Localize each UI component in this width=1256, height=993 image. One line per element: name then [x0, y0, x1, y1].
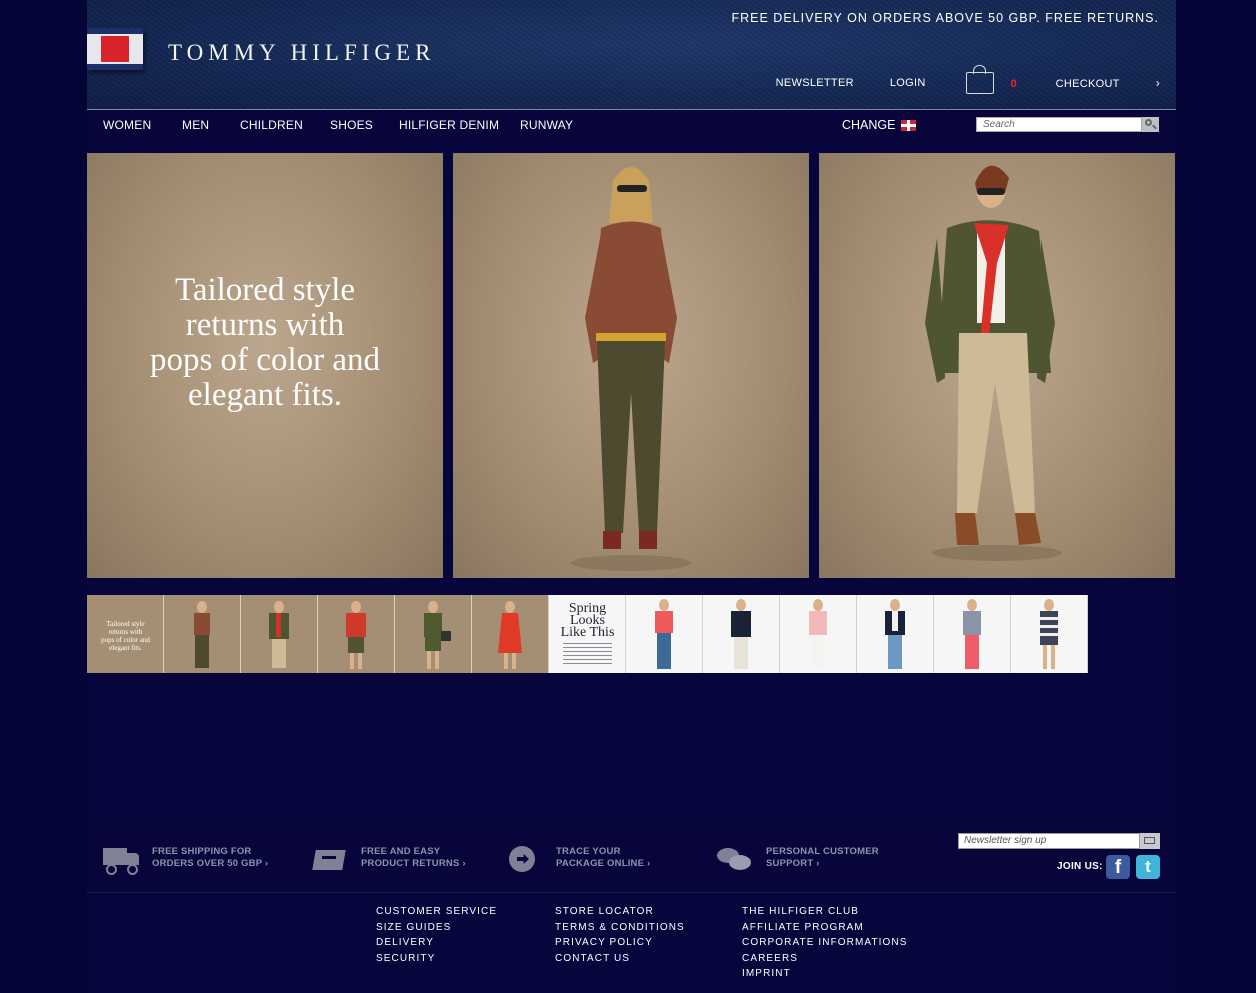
spring-looks-title: Spring Looks Like This — [560, 601, 615, 640]
brand-flag-icon[interactable] — [87, 28, 143, 70]
footer-link-hilfiger-club[interactable]: THE HILFIGER CLUB — [742, 904, 908, 920]
thumbnail-item[interactable] — [395, 595, 472, 673]
footer-link-delivery[interactable]: DELIVERY — [376, 935, 497, 951]
thumbnail-item[interactable] — [780, 595, 857, 673]
uk-flag-icon — [901, 119, 917, 131]
chevron-right-icon: › — [1155, 76, 1160, 90]
cart-count: 0 — [1010, 78, 1017, 90]
newsletter-link[interactable]: NEWSLETTER — [776, 77, 854, 89]
footer-links-col-3: THE HILFIGER CLUB AFFILIATE PROGRAM CORP… — [742, 904, 908, 982]
footer-link-store-locator[interactable]: STORE LOCATOR — [555, 904, 685, 920]
thumbnail-item[interactable] — [703, 595, 780, 673]
checkout-link[interactable]: CHECKOUT › — [1020, 76, 1160, 90]
thumbnail-item[interactable] — [318, 595, 395, 673]
change-label: CHANGE — [842, 118, 896, 132]
change-country-button[interactable]: CHANGE — [842, 118, 917, 132]
brand-logo[interactable]: TOMMY HILFIGER — [168, 40, 435, 66]
thumbnail-item[interactable] — [626, 595, 703, 673]
nav-shoes[interactable]: SHOES — [330, 118, 373, 132]
feature-customer-support[interactable]: PERSONAL CUSTOMER SUPPORT › — [717, 846, 879, 872]
join-us-label: JOIN US: — [1057, 861, 1103, 872]
feature-line: PERSONAL CUSTOMER — [766, 846, 879, 857]
thumbnail-item[interactable] — [857, 595, 934, 673]
shopping-bag-icon[interactable]: 0 — [965, 65, 1017, 94]
footer-link-contact[interactable]: CONTACT US — [555, 951, 685, 967]
nav-women[interactable]: WOMEN — [103, 118, 151, 132]
footer-link-size-guides[interactable]: SIZE GUIDES — [376, 920, 497, 936]
tagline-line: elegant fits. — [188, 377, 342, 413]
model-image-1 — [571, 167, 691, 571]
truck-icon — [103, 846, 141, 875]
footer-link-security[interactable]: SECURITY — [376, 951, 497, 967]
footer-link-customer-service[interactable]: CUSTOMER SERVICE — [376, 904, 497, 920]
feature-line: SUPPORT › — [766, 858, 820, 869]
feature-line: FREE SHIPPING FOR — [152, 846, 252, 857]
model-image-2 — [925, 165, 1062, 561]
hero-panel-text[interactable]: Tailored style returns with pops of colo… — [87, 153, 443, 578]
promo-banner: FREE DELIVERY ON ORDERS ABOVE 50 GBP. FR… — [731, 11, 1159, 25]
nav-hilfiger-denim[interactable]: HILFIGER DENIM — [399, 118, 499, 132]
account-links: NEWSLETTER LOGIN 0 CHECKOUT › — [740, 65, 1160, 94]
twitter-icon[interactable]: t — [1136, 855, 1160, 879]
checkout-label: CHECKOUT — [1055, 78, 1120, 90]
feature-line: TRACE YOUR — [556, 846, 621, 857]
search-input[interactable]: Search — [976, 117, 1142, 132]
thumbnail-item[interactable] — [472, 595, 549, 673]
hero-tagline: Tailored style returns with pops of colo… — [87, 273, 443, 413]
trace-arrow-icon — [507, 846, 545, 872]
footer-link-careers[interactable]: CAREERS — [742, 951, 908, 967]
hero-panel-model-2[interactable] — [819, 153, 1175, 578]
footer-link-affiliate[interactable]: AFFILIATE PROGRAM — [742, 920, 908, 936]
return-box-icon — [312, 846, 350, 872]
tagline-line: pops of color and — [149, 342, 381, 378]
feature-line: FREE AND EASY — [361, 846, 441, 857]
thumbnail-fine-print — [563, 643, 612, 667]
feature-free-shipping[interactable]: FREE SHIPPING FOR ORDERS OVER 50 GBP › — [103, 846, 269, 875]
footer-link-imprint[interactable]: IMPRINT — [742, 966, 908, 982]
hero-panel-model-1[interactable] — [453, 153, 809, 578]
feature-line: PRODUCT RETURNS › — [361, 858, 466, 869]
thumbnail-caption: Tailored style returns with pops of colo… — [101, 620, 150, 652]
site-header: TOMMY HILFIGER FREE DELIVERY ON ORDERS A… — [87, 0, 1176, 109]
footer-link-terms[interactable]: TERMS & CONDITIONS — [555, 920, 685, 936]
search-icon[interactable] — [1142, 117, 1159, 132]
right-gutter — [1176, 0, 1256, 993]
thumbnail-item[interactable] — [241, 595, 318, 673]
chat-bubble-icon — [717, 846, 755, 872]
nav-men[interactable]: MEN — [182, 118, 209, 132]
tagline-line: returns with — [185, 307, 345, 343]
feature-line: PACKAGE ONLINE › — [556, 858, 651, 869]
thumbnail-item[interactable]: Spring Looks Like This — [549, 595, 626, 673]
page-container: TOMMY HILFIGER FREE DELIVERY ON ORDERS A… — [87, 0, 1176, 993]
nav-runway[interactable]: RUNWAY — [520, 118, 573, 132]
login-link[interactable]: LOGIN — [890, 77, 926, 89]
footer-link-privacy[interactable]: PRIVACY POLICY — [555, 935, 685, 951]
feature-line: ORDERS OVER 50 GBP › — [152, 858, 269, 869]
thumbnail-item[interactable] — [164, 595, 241, 673]
footer-links-col-2: STORE LOCATOR TERMS & CONDITIONS PRIVACY… — [555, 904, 685, 966]
facebook-icon[interactable]: f — [1106, 855, 1130, 879]
thumbnail-strip: Tailored style returns with pops of colo… — [87, 595, 1088, 673]
newsletter-input[interactable]: Newsletter sign up — [958, 833, 1140, 849]
left-gutter — [0, 0, 87, 993]
footer-links-col-1: CUSTOMER SERVICE SIZE GUIDES DELIVERY SE… — [376, 904, 497, 966]
nav-children[interactable]: CHILDREN — [240, 118, 303, 132]
thumbnail-item[interactable]: Tailored style returns with pops of colo… — [87, 595, 164, 673]
main-nav: WOMEN MEN CHILDREN SHOES HILFIGER DENIM … — [87, 109, 1176, 144]
feature-trace-package[interactable]: TRACE YOUR PACKAGE ONLINE › — [507, 846, 650, 872]
mail-icon[interactable] — [1140, 833, 1160, 849]
tagline-line: Tailored style — [174, 272, 356, 308]
footer-link-corporate[interactable]: CORPORATE INFORMATIONS — [742, 935, 908, 951]
thumbnail-item[interactable] — [934, 595, 1011, 673]
thumbnail-item[interactable] — [1011, 595, 1088, 673]
feature-free-returns[interactable]: FREE AND EASY PRODUCT RETURNS › — [312, 846, 466, 872]
